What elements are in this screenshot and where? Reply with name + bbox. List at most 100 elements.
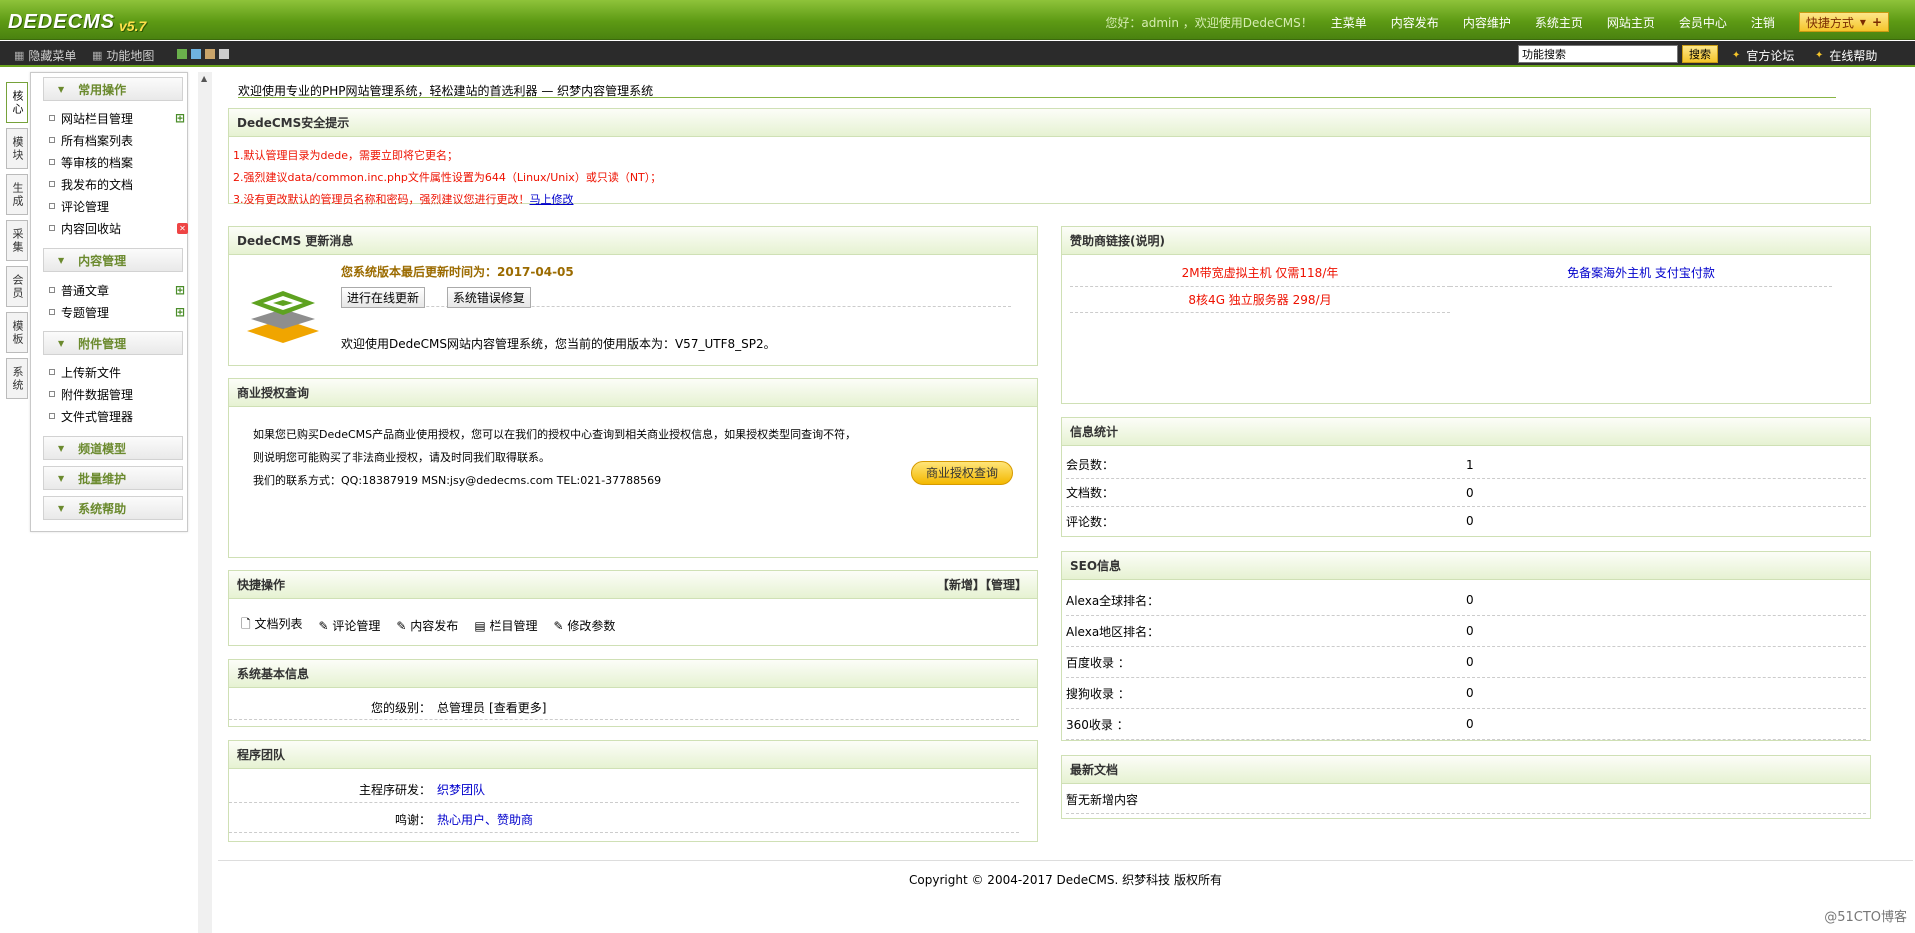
quick-op-label: 内容发布 <box>410 619 459 633</box>
function-map-link[interactable]: ▦ 功能地图 <box>92 47 154 64</box>
nav-system-home[interactable]: 系统主页 <box>1535 14 1583 31</box>
quick-op-settings[interactable]: ✎ 修改参数 <box>554 617 616 634</box>
thanks-link[interactable]: 热心用户、赞助商 <box>437 811 533 828</box>
search-button[interactable]: 搜索 <box>1682 45 1718 63</box>
quick-op-comments[interactable]: ✎ 评论管理 <box>319 617 381 634</box>
menu-item-column-manage[interactable]: 网站栏目管理 ⊞ <box>49 109 185 127</box>
stats-row: 会员数： 1 <box>1066 451 1866 479</box>
menu-item-all-archives[interactable]: 所有档案列表 <box>49 131 133 149</box>
sponsor-link-3[interactable]: 8核4G 独立服务器 298/月 <box>1188 293 1331 307</box>
tab-core[interactable]: 核心 <box>6 82 28 123</box>
search-input[interactable] <box>1518 45 1678 63</box>
theme-green-swatch[interactable] <box>177 49 187 59</box>
security-panel: DedeCMS安全提示 1.默认管理目录为dede，需要立即将它更名； 2.强烈… <box>228 108 1871 206</box>
menu-item-attachment-data[interactable]: 附件数据管理 <box>49 385 133 403</box>
seo-label: 360收录 ： <box>1066 717 1129 732</box>
nav-site-home[interactable]: 网站主页 <box>1607 14 1655 31</box>
logo-version: v5.7 <box>119 18 147 34</box>
nav-logout[interactable]: 注销 <box>1751 14 1775 31</box>
menu-group-label: 内容管理 <box>78 253 127 268</box>
quick-op-label: 修改参数 <box>567 619 616 633</box>
plus-icon[interactable]: + <box>1872 15 1882 29</box>
menu-group-attachments[interactable]: ▼ 附件管理 <box>43 331 183 355</box>
add-icon[interactable]: ⊞ <box>175 283 185 297</box>
nav-main-menu[interactable]: 主菜单 <box>1331 14 1367 31</box>
menu-group-content[interactable]: ▼ 内容管理 <box>43 248 183 272</box>
menu-scrollbar[interactable]: ▲ <box>198 72 212 933</box>
sponsor-link-2[interactable]: 免备案海外主机 支付宝付款 <box>1567 266 1715 280</box>
bullet-icon <box>49 309 55 315</box>
quick-op-publish[interactable]: ✎ 内容发布 <box>396 617 458 634</box>
menu-group-batch[interactable]: ▼ 批量维护 <box>43 466 183 490</box>
add-icon[interactable]: ⊞ <box>175 305 185 319</box>
tab-system[interactable]: 系统 <box>6 358 28 399</box>
license-line-2: 则说明您可能购买了非法商业授权，请及时同我们取得联系。 <box>253 451 550 464</box>
hide-menu-link[interactable]: ▦ 隐藏菜单 <box>14 47 76 64</box>
sub-bar: ▦ 隐藏菜单 ▦ 功能地图 搜索 ✦ 官方论坛 ✦ 在线帮助 <box>0 41 1915 67</box>
license-line-3: 我们的联系方式：QQ:18387919 MSN:jsy@dedecms.com … <box>253 474 662 487</box>
panel-title: DedeCMS 更新消息 <box>229 227 1037 255</box>
tab-collect[interactable]: 采集 <box>6 220 28 261</box>
footer: Copyright © 2004-2017 DedeCMS. 织梦科技 版权所有 <box>218 860 1913 888</box>
system-fix-button[interactable]: 系统错误修复 <box>446 287 531 308</box>
add-manage-links[interactable]: 【新增】【管理】 <box>937 576 1027 593</box>
menu-item-file-manager[interactable]: 文件式管理器 <box>49 407 133 425</box>
tab-members[interactable]: 会员 <box>6 266 28 307</box>
seo-value: 0 <box>1466 717 1474 731</box>
left-tabs: 核心 模块 生成 采集 会员 模板 系统 <box>6 82 30 404</box>
logo-text: DEDECMS <box>8 11 116 33</box>
panel-title: 快捷操作 <box>237 578 286 592</box>
quick-ops-list: 🗋 文档列表 ✎ 评论管理 ✎ 内容发布 ▤ 栏目管理 ✎ 修改参数 <box>241 615 615 636</box>
menu-group-help[interactable]: ▼ 系统帮助 <box>43 496 183 520</box>
quick-shortcut-button[interactable]: 快捷方式 ▾ + <box>1798 12 1889 32</box>
add-icon[interactable]: ⊞ <box>175 111 185 125</box>
seo-row: 百度收录 ： 0 <box>1066 647 1866 678</box>
tab-templates[interactable]: 模板 <box>6 312 28 353</box>
security-line-2: 2.强烈建议data/common.inc.php文件属性设置为644（Linu… <box>233 171 662 184</box>
menu-item-pending-archives[interactable]: 等审核的档案 <box>49 153 133 171</box>
shield-icon[interactable]: ✕ <box>177 222 188 234</box>
nav-member-center[interactable]: 会员中心 <box>1679 14 1727 31</box>
theme-brown-swatch[interactable] <box>205 49 215 59</box>
view-more-link[interactable]: [查看更多] <box>489 699 546 716</box>
left-menu: ▼ 常用操作 网站栏目管理 ⊞ 所有档案列表 等审核的档案 我发布的文档 评论管理 … <box>30 72 188 532</box>
menu-item-recycle-bin[interactable]: 内容回收站 ✕ <box>49 219 188 237</box>
seo-value: 0 <box>1466 624 1474 638</box>
quick-op-doc-list[interactable]: 🗋 文档列表 <box>241 615 303 636</box>
menu-group-channel-model[interactable]: ▼ 频道模型 <box>43 436 183 460</box>
menu-item-comments[interactable]: 评论管理 <box>49 197 109 215</box>
scroll-up-icon[interactable]: ▲ <box>201 74 207 83</box>
bullet-icon <box>49 181 55 187</box>
document-icon: 🗋 <box>241 617 251 631</box>
nav-content-maintain[interactable]: 内容维护 <box>1463 14 1511 31</box>
tab-modules[interactable]: 模块 <box>6 128 28 169</box>
panel-title: DedeCMS安全提示 <box>229 109 1870 137</box>
license-query-button[interactable]: 商业授权查询 <box>911 461 1013 485</box>
quick-op-columns[interactable]: ▤ 栏目管理 <box>474 617 537 634</box>
sponsor-panel: 赞助商链接(说明) 2M带宽虚拟主机 仅需118/年 免备案海外主机 支付宝付款… <box>1061 226 1871 404</box>
change-now-link[interactable]: 马上修改 <box>530 193 574 206</box>
menu-item-label: 附件数据管理 <box>61 387 134 402</box>
menu-group-common[interactable]: ▼ 常用操作 <box>43 77 183 101</box>
level-row: 您的级别： 总管理员 [查看更多] <box>229 696 1019 720</box>
comment-icon: ✎ <box>318 619 329 633</box>
tab-generate[interactable]: 生成 <box>6 174 28 215</box>
grid-icon: ▦ <box>14 49 25 62</box>
dev-row: 主程序研发： 织梦团队 <box>229 777 1019 803</box>
menu-item-my-docs[interactable]: 我发布的文档 <box>49 175 133 193</box>
license-text: 如果您已购买DedeCMS产品商业使用授权，您可以在我们的授权中心查询到相关商业… <box>253 423 856 492</box>
online-update-button[interactable]: 进行在线更新 <box>341 287 426 308</box>
sponsor-link-1[interactable]: 2M带宽虚拟主机 仅需118/年 <box>1182 266 1339 280</box>
menu-item-upload[interactable]: 上传新文件 <box>49 363 121 381</box>
column-icon: ▤ <box>474 619 486 633</box>
dev-link[interactable]: 织梦团队 <box>437 781 485 798</box>
stat-value: 0 <box>1466 485 1474 500</box>
official-forum-link[interactable]: ✦ 官方论坛 <box>1732 47 1794 64</box>
menu-item-articles[interactable]: 普通文章 ⊞ <box>49 281 185 299</box>
online-help-link[interactable]: ✦ 在线帮助 <box>1815 47 1877 64</box>
theme-gray-swatch[interactable] <box>219 49 229 59</box>
nav-content-publish[interactable]: 内容发布 <box>1391 14 1439 31</box>
theme-blue-swatch[interactable] <box>191 49 201 59</box>
menu-item-topics[interactable]: 专题管理 ⊞ <box>49 303 185 321</box>
menu-group-label: 频道模型 <box>78 441 127 456</box>
